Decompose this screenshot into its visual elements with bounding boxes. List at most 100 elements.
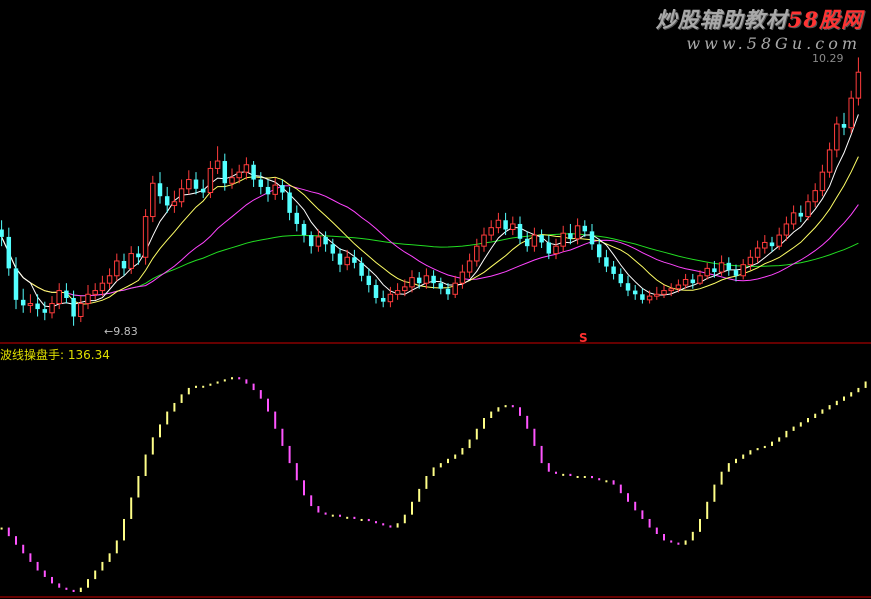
candle-body-up: [92, 290, 98, 295]
candle-body-up: [106, 275, 113, 284]
candle-body-up: [214, 160, 221, 169]
candle-body-down: [712, 268, 717, 273]
candle-body-up: [762, 241, 768, 249]
indicator-bar: [0, 527, 3, 530]
candle-body-down: [517, 223, 523, 239]
watermark-prefix: 炒股辅助教材: [655, 7, 788, 32]
ma-slow-line: [1, 185, 859, 297]
high-price-label: 10.29: [812, 52, 844, 65]
indicator-bar: [202, 385, 205, 388]
indicator-bar: [346, 516, 349, 519]
indicator-bar: [677, 542, 680, 545]
candle-body-down: [64, 290, 69, 298]
indicator-bar: [187, 387, 190, 395]
indicator-bar: [87, 579, 89, 588]
candle-body-down: [0, 229, 4, 237]
candle-body-down: [136, 253, 141, 258]
candle-body-up: [776, 234, 782, 247]
indicator-bar: [79, 587, 82, 592]
indicator-bar: [519, 407, 521, 416]
candle-body-up: [495, 219, 502, 229]
candle-body-up: [531, 234, 538, 247]
candle-body-up: [654, 293, 660, 297]
indicator-bar: [411, 501, 413, 515]
indicator-bar: [792, 426, 795, 431]
indicator-bar: [173, 402, 176, 412]
indicator-bar: [130, 497, 133, 519]
indicator-bar: [216, 381, 219, 384]
candle-body-up: [819, 171, 826, 192]
indicator-bar: [425, 476, 428, 489]
indicator-bar: [238, 377, 241, 380]
indicator-bar: [403, 514, 406, 524]
candle-body-up: [834, 123, 840, 151]
candle-body-down: [539, 235, 544, 243]
candle-body-down: [308, 235, 314, 247]
candle-body-up: [207, 167, 214, 193]
candle-body-up: [697, 275, 703, 284]
indicator-bar: [663, 534, 665, 541]
candle-body-up: [99, 282, 106, 292]
indicator-bar: [576, 476, 579, 478]
candle-body-down: [251, 164, 256, 180]
indicator-bar: [835, 400, 838, 406]
indicator-bar: [843, 396, 845, 401]
indicator-bar: [324, 512, 327, 515]
indicator-bar: [727, 463, 730, 472]
indicator-bar: [180, 394, 183, 403]
candle-body-up: [128, 253, 134, 269]
candle-body-down: [330, 244, 336, 254]
indicator-bar: [785, 430, 788, 438]
kline-chart-svg: [0, 57, 871, 598]
candle-body-up: [553, 245, 559, 255]
chart-root: 炒股辅助教材58股网 www.58Gu.com ←9.83 10.29 S 波线…: [0, 0, 871, 599]
candle-body-down: [589, 231, 595, 245]
indicator-bar: [231, 377, 233, 380]
candle-body-up: [668, 288, 674, 292]
candle-body-down: [582, 225, 588, 232]
candle-body-up: [85, 293, 91, 305]
candle-body-down: [6, 236, 12, 269]
candle-body-up: [783, 223, 790, 236]
sell-signal-mark: S: [579, 331, 588, 345]
candle-body-up: [560, 232, 566, 247]
indicator-bar: [720, 471, 723, 485]
indicator-bar: [22, 544, 25, 554]
candle-body-down: [431, 275, 436, 284]
indicator-bar: [36, 561, 39, 571]
indicator-bar: [144, 454, 147, 476]
indicator-bar: [108, 553, 111, 562]
indicator-bar: [598, 478, 601, 481]
indicator-bar: [65, 587, 68, 590]
candle-body-down: [611, 266, 616, 274]
candle-body-up: [805, 201, 811, 218]
indicator-bar: [331, 514, 334, 517]
indicator-bar: [591, 476, 593, 479]
indicator-bar: [166, 411, 169, 425]
indicator-bar: [756, 448, 759, 451]
indicator-bar: [51, 576, 53, 584]
ma-fast-line: [1, 114, 859, 308]
indicator-bar: [475, 428, 478, 440]
indicator-bar: [274, 411, 277, 429]
indicator-bar: [547, 463, 550, 472]
candle-body-up: [178, 188, 185, 203]
indicator-bar: [43, 570, 46, 577]
candle-body-down: [373, 285, 379, 298]
candle-body-up: [186, 179, 192, 190]
indicator-bar: [339, 514, 341, 517]
candle-body-up: [49, 303, 55, 314]
candle-body-down: [568, 233, 573, 239]
candle-body-down: [841, 124, 847, 128]
candle-body-up: [481, 234, 487, 247]
candle-body-down: [733, 270, 739, 276]
watermark-url: www.58Gu.com: [686, 34, 861, 53]
candle-body-down: [366, 275, 372, 286]
indicator-bar: [259, 390, 262, 399]
indicator-bar: [72, 589, 75, 592]
candle-body-up: [236, 171, 242, 179]
candle-body-up: [243, 164, 250, 173]
indicator-bar: [353, 516, 356, 519]
candle-body-up: [740, 264, 746, 277]
candle-body-down: [323, 236, 328, 245]
